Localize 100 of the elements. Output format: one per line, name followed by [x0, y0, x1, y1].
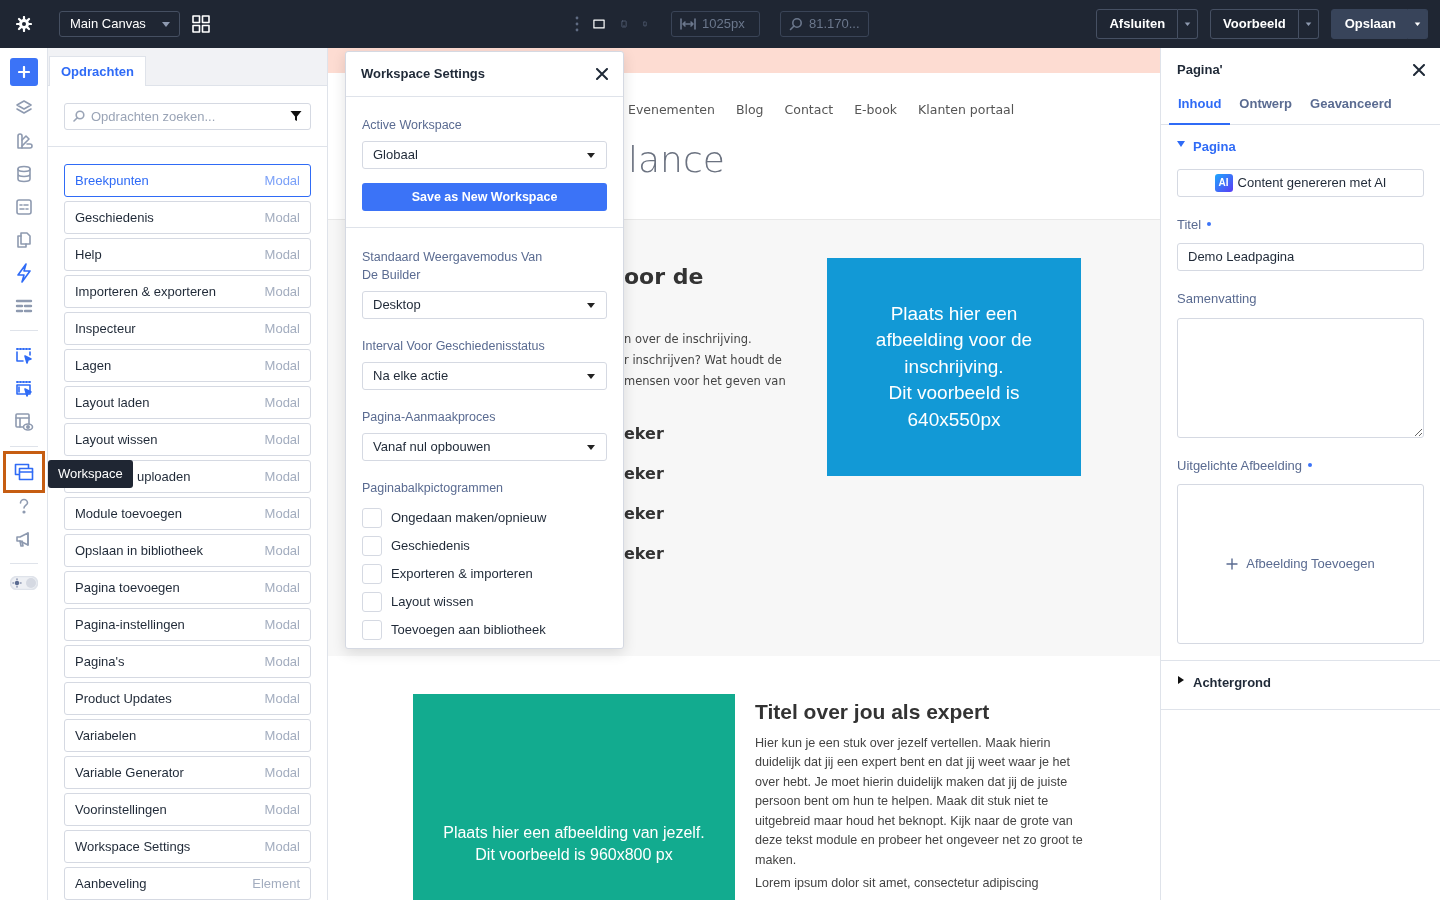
checkbox-label: Exporteren & importeren: [391, 565, 533, 584]
canvas-select[interactable]: Main Canvas: [59, 11, 180, 37]
ai-generate-button[interactable]: AI Content genereren met AI: [1177, 168, 1424, 197]
dialog-title: Workspace Settings: [361, 65, 486, 84]
select-field[interactable]: Globaal: [362, 141, 607, 169]
add-image-button[interactable]: Afbeelding Toevoegen: [1226, 554, 1375, 574]
command-item[interactable]: Variabelen Modal: [64, 719, 311, 752]
select-field[interactable]: Desktop: [362, 291, 607, 319]
copy-icon[interactable]: [14, 230, 33, 249]
tab[interactable]: Geavanceerd: [1301, 87, 1401, 125]
placeholder-text: Dit voorbeeld is 960x800 px: [475, 845, 673, 865]
more-icon[interactable]: [575, 16, 579, 32]
caret-icon: [586, 151, 596, 159]
nav-link[interactable]: Blog: [735, 101, 764, 120]
heading: Titel over jou als expert: [755, 699, 991, 725]
help-icon[interactable]: [17, 497, 30, 514]
section-header[interactable]: Achtergrond: [1177, 673, 1424, 693]
paragraph: Hier kun je een stuk over jezelf vertellen. Maak hierin duidelijk dat jij een expert bent en dat jij weet waar je het over hebt. Je moet hierin duidelijk maken dat jij de juiste persoon bent om hun te helpen. Maak dit stuk niet te uitgebreid maar houd het beknopt. Kijk naar de grote van deze tekst module en probeer het ongeveer net zo groot te maken.: [755, 734, 1084, 869]
caret-icon: [161, 20, 171, 28]
subheading: eker: [624, 544, 665, 564]
nav-link[interactable]: Klanten portaal: [918, 101, 1015, 120]
field-label: Titel: [1177, 215, 1202, 234]
field-label: Pagina-Aanmaakproces: [362, 409, 497, 426]
nav-link[interactable]: Contact: [784, 101, 834, 120]
toolbar-button[interactable]: Afsluiten: [1096, 9, 1179, 39]
theme-toggle[interactable]: [9, 576, 38, 590]
database-icon[interactable]: [14, 164, 33, 183]
placeholder-text: Plaats hier een afbeelding voor de inschrijving.: [874, 301, 1034, 379]
command-item[interactable]: Layout wissen Modal: [64, 423, 311, 456]
checkbox-label: Ongedaan maken/opnieuw: [391, 509, 547, 528]
dropdown-toggle[interactable]: [1178, 9, 1199, 39]
plus-icon: [1226, 558, 1239, 570]
command-item[interactable]: Module toevoegen Modal: [64, 497, 311, 530]
panel-title: Pagina': [1177, 61, 1223, 79]
width-icon: [680, 18, 696, 30]
summary-field[interactable]: [1177, 317, 1424, 438]
close-icon[interactable]: [1413, 63, 1425, 76]
nav-link[interactable]: E-book: [854, 101, 898, 120]
command-item[interactable]: Layout laden Modal: [64, 386, 311, 419]
caret-icon: [586, 301, 596, 309]
command-item[interactable]: Pagina-instellingen Modal: [64, 608, 311, 641]
close-icon[interactable]: [596, 68, 608, 80]
checkbox[interactable]: [362, 592, 382, 612]
panel-tab[interactable]: Opdrachten: [49, 55, 146, 86]
grid-icon[interactable]: [192, 15, 210, 33]
field-label: Paginabalkpictogrammen: [362, 480, 505, 497]
search-icon: [789, 17, 803, 31]
form-icon[interactable]: [14, 197, 33, 216]
command-item[interactable]: Pagina toevoegen Modal: [64, 571, 311, 604]
dropdown-toggle[interactable]: [1298, 9, 1319, 39]
sections-icon[interactable]: [14, 297, 33, 314]
nav-link[interactable]: Evenementen: [628, 101, 715, 120]
tooltip: Workspace: [48, 460, 133, 488]
field-label: Active Workspace: [362, 117, 463, 134]
command-item[interactable]: Geschiedenis Modal: [64, 201, 311, 234]
command-item[interactable]: Importeren & exporteren Modal: [64, 275, 311, 308]
brush-icon[interactable]: [14, 131, 33, 150]
plus-icon: [17, 66, 30, 78]
command-item[interactable]: Workspace Settings Modal: [64, 830, 311, 863]
dropdown-toggle[interactable]: [1408, 9, 1428, 39]
select-field[interactable]: Vanaf nul opbouwen: [362, 433, 607, 461]
toolbar-button[interactable]: Voorbeeld: [1210, 9, 1299, 39]
command-item[interactable]: Product Updates Modal: [64, 682, 311, 715]
tab[interactable]: Inhoud: [1169, 87, 1231, 125]
bolt-icon[interactable]: [14, 262, 33, 283]
title-field[interactable]: Demo Leadpagina: [1177, 243, 1424, 271]
checkbox-label: Geschiedenis: [391, 537, 470, 556]
command-item[interactable]: Opslaan in bibliotheek Modal: [64, 534, 311, 567]
rail-button[interactable]: [2, 451, 45, 493]
text-line: r inschrijven? Wat houdt de: [624, 352, 783, 369]
caret-icon: [1414, 20, 1421, 28]
windows-icon[interactable]: [13, 463, 34, 481]
checkbox[interactable]: [362, 536, 382, 556]
command-item[interactable]: Aanbeveling Element: [64, 867, 311, 900]
select-icon[interactable]: [14, 346, 33, 365]
subheading: eker: [624, 504, 665, 524]
command-item[interactable]: Voorinstellingen Modal: [64, 793, 311, 826]
add-button[interactable]: [9, 58, 38, 86]
section-header[interactable]: Pagina: [1177, 137, 1424, 157]
command-item[interactable]: Inspecteur Modal: [64, 312, 311, 345]
filter-icon[interactable]: [290, 110, 302, 123]
checkbox[interactable]: [362, 508, 382, 528]
placeholder-text: Plaats hier een afbeelding van jezelf.: [443, 823, 705, 843]
checkbox[interactable]: [362, 564, 382, 584]
command-item[interactable]: Variable Generator Modal: [64, 756, 311, 789]
select-field[interactable]: Na elke actie: [362, 362, 607, 390]
command-item[interactable]: Help Modal: [64, 238, 311, 271]
select-icon[interactable]: [14, 379, 33, 398]
save-button[interactable]: Opslaan: [1330, 9, 1408, 39]
checkbox-label: Layout wissen: [391, 593, 474, 612]
command-item[interactable]: Lagen Modal: [64, 349, 311, 382]
command-item[interactable]: Breekpunten Modal: [64, 164, 311, 197]
layout-view-icon[interactable]: [13, 411, 34, 432]
save-workspace-button[interactable]: Save as New Workspace: [362, 183, 607, 211]
ai-badge: AI: [1214, 173, 1233, 192]
layers-icon[interactable]: [14, 98, 33, 117]
command-item[interactable]: Pagina's Modal: [64, 645, 311, 678]
heading: oor de: [624, 263, 705, 291]
tab[interactable]: Ontwerp: [1230, 87, 1302, 125]
checkbox[interactable]: [362, 620, 382, 640]
